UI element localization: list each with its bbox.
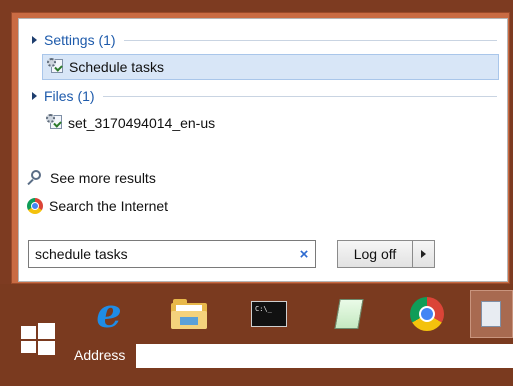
search-icon [26, 169, 44, 187]
group-header-files[interactable]: Files (1) [19, 86, 503, 106]
task-scheduler-icon [47, 58, 65, 76]
group-header-settings[interactable]: Settings (1) [19, 30, 503, 50]
expand-triangle-icon [32, 92, 37, 100]
search-internet-link[interactable]: Search the Internet [26, 195, 168, 217]
windows-start-icon[interactable] [21, 323, 55, 355]
power-options-button[interactable] [413, 240, 435, 268]
address-label: Address [74, 347, 126, 363]
address-input[interactable] [136, 344, 513, 368]
expand-triangle-icon [32, 36, 37, 44]
schedule-tasks-icon[interactable] [470, 290, 513, 338]
task-file-icon [46, 114, 64, 132]
search-results-panel: Settings (1) Schedule tasks Files (1) se… [18, 18, 508, 282]
result-schedule-tasks[interactable]: Schedule tasks [42, 54, 499, 80]
power-controls: Log off [337, 240, 435, 268]
result-file-set[interactable]: set_3170494014_en-us [42, 110, 499, 136]
group-divider [123, 39, 497, 41]
search-input[interactable] [29, 241, 293, 267]
result-label: Schedule tasks [69, 59, 164, 75]
clear-search-icon[interactable]: × [293, 246, 315, 263]
see-more-label: See more results [50, 170, 156, 186]
result-label: set_3170494014_en-us [68, 115, 216, 131]
chrome-icon [27, 198, 43, 214]
chevron-right-icon [421, 250, 426, 258]
command-prompt-icon[interactable]: C:\_ [247, 292, 291, 336]
chrome-icon[interactable] [405, 292, 449, 336]
see-more-results-link[interactable]: See more results [26, 167, 156, 189]
group-divider [102, 95, 497, 97]
search-box: × [28, 240, 316, 268]
search-internet-label: Search the Internet [49, 198, 169, 214]
internet-explorer-icon[interactable]: e [87, 292, 131, 336]
notepad-icon[interactable] [327, 292, 371, 336]
taskbar: e C:\_ Address [0, 284, 513, 386]
group-label: Files (1) [44, 88, 95, 104]
file-explorer-icon[interactable] [167, 292, 211, 336]
group-label: Settings (1) [44, 32, 116, 48]
log-off-button[interactable]: Log off [337, 240, 413, 268]
